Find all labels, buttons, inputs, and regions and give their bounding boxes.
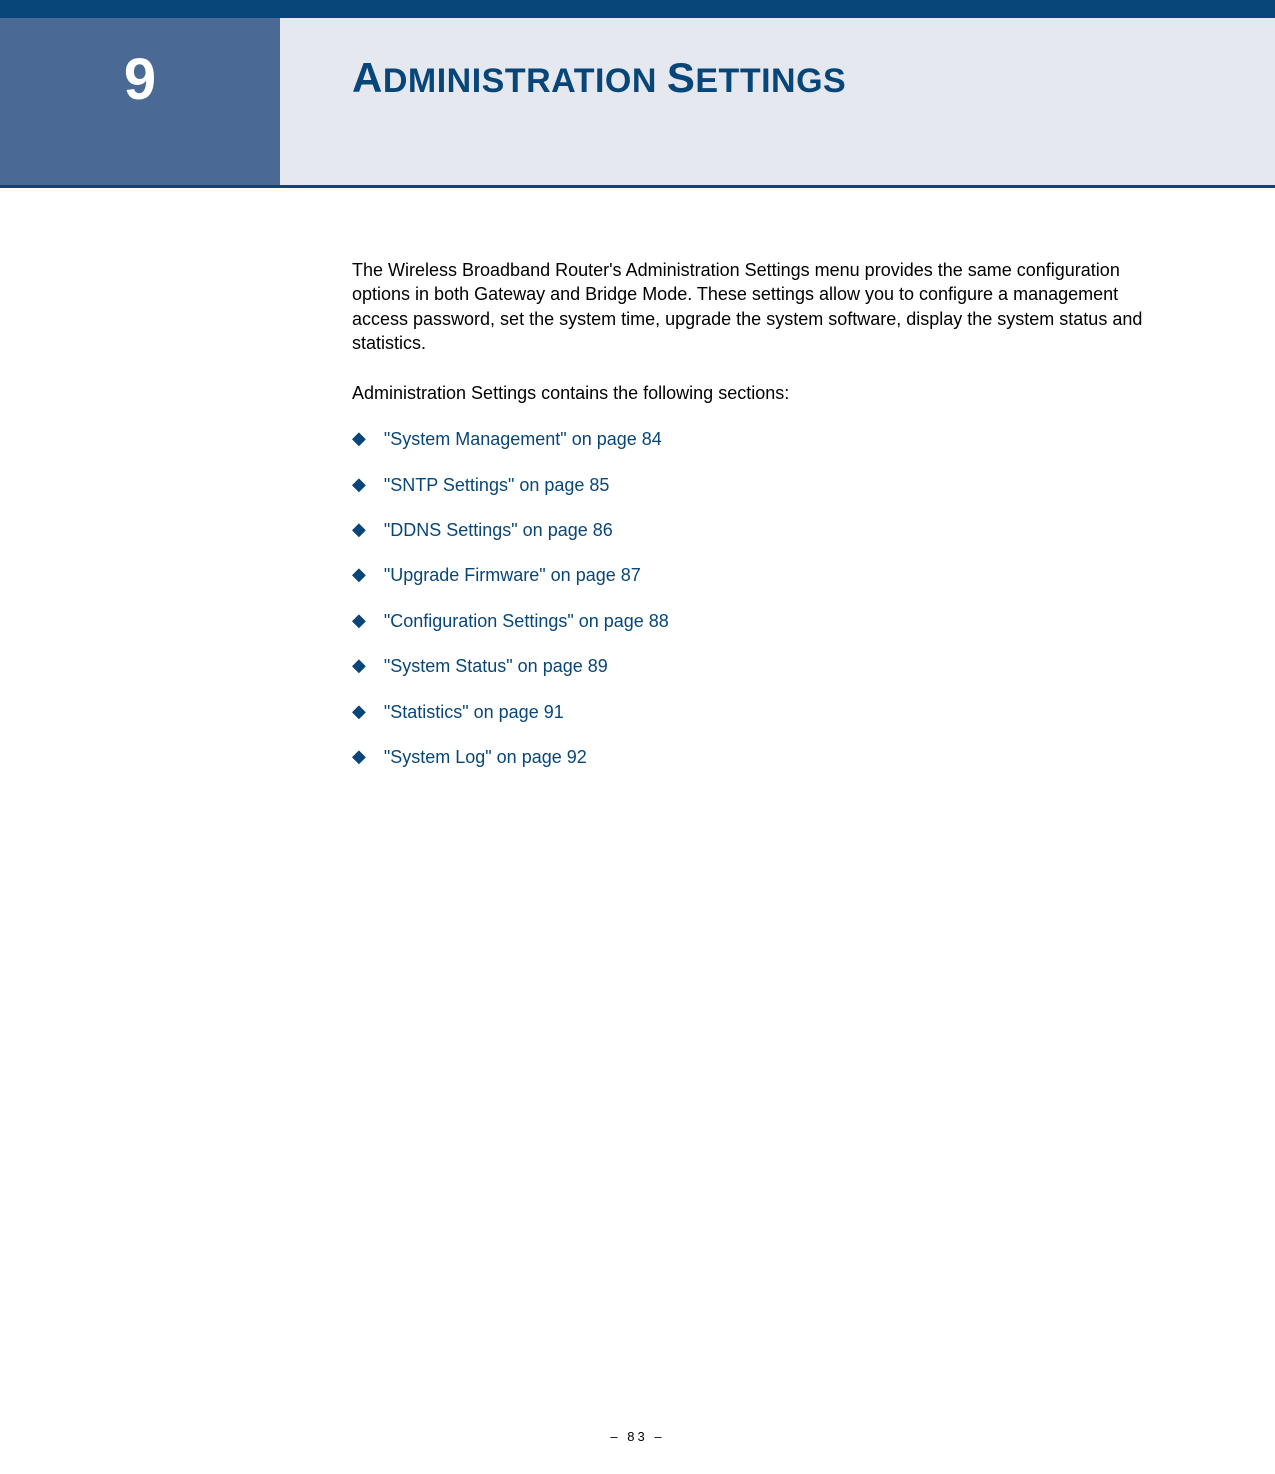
toc-item: ◆ "System Log" on page 92 <box>352 746 1175 769</box>
toc-item: ◆ "Statistics" on page 91 <box>352 701 1175 724</box>
toc-link-system-log[interactable]: "System Log" on page 92 <box>384 746 587 769</box>
page-number: – 83 – <box>610 1429 664 1444</box>
chapter-title-box: ADMINISTRATION SETTINGS <box>280 18 1275 185</box>
toc-link-upgrade-firmware[interactable]: "Upgrade Firmware" on page 87 <box>384 564 641 587</box>
bullet-diamond-icon: ◆ <box>352 428 366 450</box>
toc-link-configuration-settings[interactable]: "Configuration Settings" on page 88 <box>384 610 669 633</box>
chapter-number: 9 <box>124 46 156 113</box>
bullet-diamond-icon: ◆ <box>352 701 366 723</box>
bullet-diamond-icon: ◆ <box>352 564 366 586</box>
bullet-diamond-icon: ◆ <box>352 655 366 677</box>
top-accent-bar <box>0 0 1275 18</box>
toc-list: ◆ "System Management" on page 84 ◆ "SNTP… <box>352 428 1175 769</box>
toc-item: ◆ "System Management" on page 84 <box>352 428 1175 451</box>
toc-link-system-status[interactable]: "System Status" on page 89 <box>384 655 608 678</box>
toc-link-system-management[interactable]: "System Management" on page 84 <box>384 428 662 451</box>
toc-link-sntp-settings[interactable]: "SNTP Settings" on page 85 <box>384 474 610 497</box>
sections-subheading: Administration Settings contains the fol… <box>352 383 1175 404</box>
bullet-diamond-icon: ◆ <box>352 746 366 768</box>
toc-item: ◆ "DDNS Settings" on page 86 <box>352 519 1175 542</box>
chapter-number-box: 9 <box>0 18 280 185</box>
toc-item: ◆ "System Status" on page 89 <box>352 655 1175 678</box>
bullet-diamond-icon: ◆ <box>352 610 366 632</box>
chapter-title: ADMINISTRATION SETTINGS <box>352 54 1275 102</box>
bullet-diamond-icon: ◆ <box>352 519 366 541</box>
bullet-diamond-icon: ◆ <box>352 474 366 496</box>
toc-item: ◆ "SNTP Settings" on page 85 <box>352 474 1175 497</box>
page-footer: – 83 – <box>0 1429 1275 1444</box>
chapter-header: 9 ADMINISTRATION SETTINGS <box>0 18 1275 188</box>
toc-link-ddns-settings[interactable]: "DDNS Settings" on page 86 <box>384 519 613 542</box>
toc-item: ◆ "Upgrade Firmware" on page 87 <box>352 564 1175 587</box>
page-content: The Wireless Broadband Router's Administ… <box>0 188 1275 769</box>
toc-link-statistics[interactable]: "Statistics" on page 91 <box>384 701 564 724</box>
intro-paragraph: The Wireless Broadband Router's Administ… <box>352 258 1175 355</box>
toc-item: ◆ "Configuration Settings" on page 88 <box>352 610 1175 633</box>
